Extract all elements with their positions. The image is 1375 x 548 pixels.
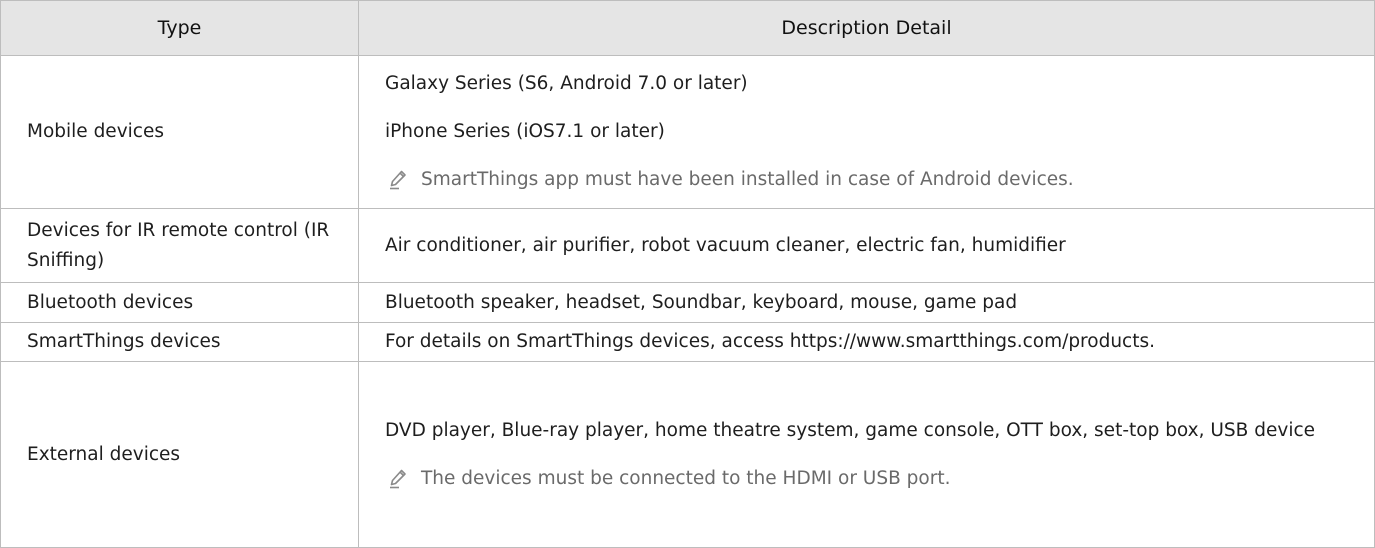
description-cell: DVD player, Blue-ray player, home theatr…	[358, 361, 1375, 548]
description-line: Galaxy Series (S6, Android 7.0 or later)	[385, 73, 748, 94]
table-row: External devices DVD player, Blue-ray pl…	[0, 361, 1375, 548]
table-row: SmartThings devices For details on Smart…	[0, 322, 1375, 362]
note-text: The devices must be connected to the HDM…	[421, 467, 951, 489]
header-description: Description Detail	[358, 0, 1375, 56]
type-label: SmartThings devices	[27, 331, 221, 352]
description-line: For details on SmartThings devices, acce…	[385, 331, 1155, 352]
description-line: Air conditioner, air purifier, robot vac…	[385, 234, 1066, 256]
table-header-row: Type Description Detail	[0, 0, 1375, 56]
type-label: Devices for IR remote control (IR Sniffi…	[27, 219, 330, 271]
device-table: Type Description Detail Mobile devices G…	[0, 0, 1375, 548]
type-cell: SmartThings devices	[0, 322, 359, 362]
type-cell: Mobile devices	[0, 55, 359, 209]
description-cell: Bluetooth speaker, headset, Soundbar, ke…	[358, 282, 1375, 323]
pencil-note-icon	[390, 469, 406, 488]
description-cell: Galaxy Series (S6, Android 7.0 or later)…	[358, 55, 1375, 209]
note: The devices must be connected to the HDM…	[385, 464, 1374, 494]
description-cell: Air conditioner, air purifier, robot vac…	[358, 208, 1375, 283]
type-cell: Devices for IR remote control (IR Sniffi…	[0, 208, 359, 283]
type-label: External devices	[27, 443, 181, 465]
description-line: Bluetooth speaker, headset, Soundbar, ke…	[385, 291, 1018, 313]
table-row: Mobile devices Galaxy Series (S6, Androi…	[0, 55, 1375, 209]
description-cell: For details on SmartThings devices, acce…	[358, 322, 1375, 362]
table-row: Bluetooth devices Bluetooth speaker, hea…	[0, 282, 1375, 323]
table-row: Devices for IR remote control (IR Sniffi…	[0, 208, 1375, 283]
pencil-note-icon	[390, 170, 406, 190]
header-type: Type	[0, 0, 359, 56]
type-cell: External devices	[0, 361, 359, 548]
note-text: SmartThings app must have been installed…	[421, 169, 1074, 190]
type-cell: Bluetooth devices	[0, 282, 359, 323]
type-label: Bluetooth devices	[27, 291, 194, 313]
description-line: iPhone Series (iOS7.1 or later)	[385, 121, 665, 142]
note: SmartThings app must have been installed…	[385, 165, 1374, 195]
description-line: DVD player, Blue-ray player, home theatr…	[385, 419, 1316, 441]
type-label: Mobile devices	[27, 121, 164, 142]
